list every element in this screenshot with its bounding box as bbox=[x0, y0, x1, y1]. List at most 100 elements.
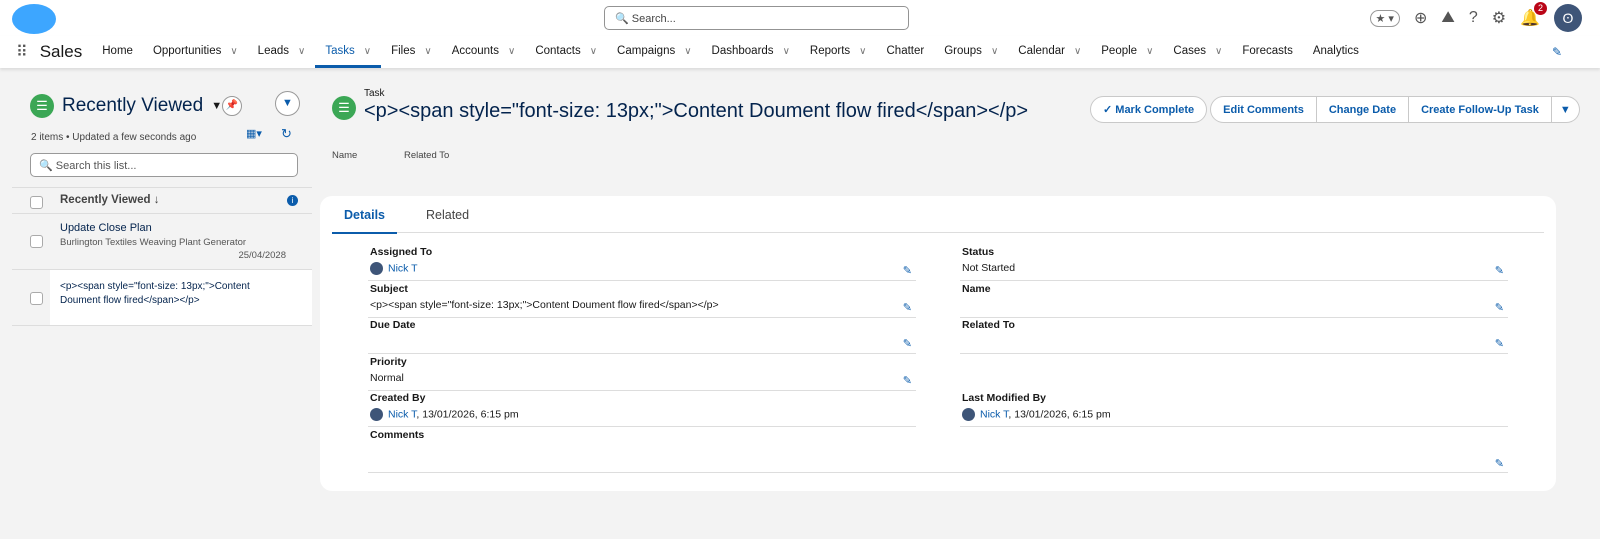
edit-pencil-icon[interactable]: ✎ bbox=[1495, 264, 1504, 277]
nav-item-tasks[interactable]: Tasks ∨ bbox=[315, 36, 382, 68]
edit-pencil-icon[interactable]: ✎ bbox=[903, 337, 912, 350]
edit-comments-button[interactable]: Edit Comments bbox=[1210, 96, 1317, 123]
nav-item-forecasts[interactable]: Forecasts bbox=[1242, 36, 1293, 68]
list-view-title[interactable]: Recently Viewed bbox=[62, 95, 203, 117]
change-date-button[interactable]: Change Date bbox=[1316, 96, 1410, 123]
edit-pencil-icon[interactable]: ✎ bbox=[903, 264, 912, 277]
edit-pencil-icon[interactable]: ✎ bbox=[1495, 301, 1504, 314]
user-link[interactable]: Nick T bbox=[388, 408, 416, 420]
nav-item-accounts[interactable]: Accounts ∨ bbox=[452, 36, 516, 68]
chevron-down-icon[interactable]: ∨ bbox=[590, 46, 597, 57]
list-item-title[interactable]: Update Close Plan bbox=[60, 222, 152, 234]
field-value: Normal bbox=[370, 371, 404, 384]
nav-item-dashboards[interactable]: Dashboards ∨ bbox=[712, 36, 790, 68]
nav-item-leads[interactable]: Leads ∨ bbox=[258, 36, 306, 68]
add-icon[interactable]: ⊕ bbox=[1414, 8, 1427, 28]
nav-item-label: Groups bbox=[944, 45, 982, 57]
chevron-down-icon[interactable]: ∨ bbox=[783, 46, 790, 57]
nav-item-campaigns[interactable]: Campaigns ∨ bbox=[617, 36, 692, 68]
chevron-down-icon[interactable]: ∨ bbox=[991, 46, 998, 57]
pin-icon[interactable]: 📌 bbox=[222, 96, 242, 116]
more-actions-dropdown[interactable]: ▼ bbox=[1551, 96, 1580, 123]
nav-item-groups[interactable]: Groups ∨ bbox=[944, 36, 998, 68]
user-link[interactable]: Nick T bbox=[980, 408, 1008, 420]
select-all-checkbox[interactable] bbox=[30, 196, 43, 209]
chevron-down-icon[interactable]: ∨ bbox=[424, 46, 431, 57]
trailhead-icon[interactable]: ⛰ bbox=[1441, 9, 1454, 27]
list-item-date: 25/04/2028 bbox=[238, 250, 286, 261]
app-launcher-icon[interactable]: ⠿ bbox=[16, 42, 28, 62]
user-avatar[interactable]: ʘ bbox=[1554, 4, 1582, 32]
chevron-down-icon[interactable]: ∨ bbox=[684, 46, 691, 57]
list-item[interactable]: Update Close Plan Burlington Textiles We… bbox=[12, 213, 312, 269]
edit-pencil-icon[interactable]: ✎ bbox=[903, 374, 912, 387]
list-search-placeholder: Search this list... bbox=[55, 160, 137, 172]
refresh-icon[interactable]: ↻ bbox=[281, 126, 292, 142]
app-name: Sales bbox=[39, 42, 83, 61]
row-checkbox[interactable] bbox=[30, 292, 43, 305]
info-icon[interactable]: i bbox=[287, 195, 298, 206]
chevron-down-icon[interactable]: ∨ bbox=[1146, 46, 1153, 57]
nav-item-calendar[interactable]: Calendar ∨ bbox=[1018, 36, 1081, 68]
field-label: Priority bbox=[370, 355, 407, 368]
field-label: Assigned To bbox=[370, 246, 433, 258]
salesforce-logo[interactable] bbox=[12, 4, 56, 34]
nav-item-reports[interactable]: Reports ∨ bbox=[810, 36, 867, 68]
tab-related[interactable]: Related bbox=[426, 208, 469, 222]
nav-item-label: Opportunities bbox=[152, 45, 222, 57]
field-name: Name ✎ bbox=[960, 281, 1508, 318]
list-item[interactable]: <p><span style="font-size: 13px;">Conten… bbox=[12, 269, 312, 326]
global-search-input[interactable]: 🔍 Search... bbox=[604, 6, 909, 30]
chevron-down-icon[interactable]: ∨ bbox=[230, 46, 237, 57]
chevron-down-icon[interactable]: ∨ bbox=[298, 46, 305, 57]
nav-item-label: Analytics bbox=[1312, 45, 1359, 57]
edit-pencil-icon[interactable]: ✎ bbox=[1495, 457, 1504, 470]
user-avatar bbox=[370, 408, 383, 421]
favorites-star-icon[interactable]: ★ ▾ bbox=[1369, 9, 1400, 27]
mark-complete-button[interactable]: ✓ Mark Complete bbox=[1090, 96, 1208, 123]
nav-item-label: People bbox=[1101, 45, 1138, 57]
list-search-input[interactable]: 🔍 Search this list... bbox=[30, 153, 298, 177]
display-as-icon[interactable]: ▦▾ bbox=[246, 127, 262, 140]
column-label: Recently Viewed bbox=[60, 194, 151, 206]
field-value: <p><span style="font-size: 13px;">Conten… bbox=[370, 298, 719, 311]
nav-item-label: Campaigns bbox=[617, 45, 676, 57]
list-controls-dropdown-icon[interactable]: ▼ bbox=[275, 91, 300, 116]
nav-item-chatter[interactable]: Chatter bbox=[887, 36, 925, 68]
chevron-down-icon[interactable]: ∨ bbox=[508, 46, 515, 57]
tab-details[interactable]: Details bbox=[332, 208, 397, 234]
edit-nav-icon[interactable]: ✎ bbox=[1552, 45, 1562, 59]
nav-item-contacts[interactable]: Contacts ∨ bbox=[535, 36, 597, 68]
field-priority: Priority Normal ✎ bbox=[368, 354, 916, 391]
chevron-down-icon[interactable]: ∨ bbox=[364, 46, 371, 57]
nav-item-files[interactable]: Files ∨ bbox=[391, 36, 432, 68]
column-header-recently-viewed[interactable]: Recently Viewed ↓ bbox=[60, 194, 160, 206]
field-assigned-to: Assigned To Nick T ✎ bbox=[368, 244, 916, 281]
list-item-subtitle: Burlington Textiles Weaving Plant Genera… bbox=[60, 237, 247, 248]
chevron-down-icon[interactable]: ∨ bbox=[1074, 46, 1081, 57]
field-related-to: Related To ✎ bbox=[960, 317, 1508, 354]
list-view-dropdown-icon[interactable]: ▼ bbox=[211, 100, 222, 112]
app-nav: ⠿ Sales Home Opportunities ∨ Leads ∨ Tasks ∨ Fi… bbox=[0, 36, 1600, 68]
nav-item-analytics[interactable]: Analytics bbox=[1313, 36, 1359, 68]
nav-item-cases[interactable]: Cases ∨ bbox=[1173, 36, 1222, 68]
create-follow-up-task-button[interactable]: Create Follow-Up Task bbox=[1409, 96, 1552, 123]
nav-item-home[interactable]: Home bbox=[102, 36, 133, 68]
chevron-down-icon[interactable]: ∨ bbox=[859, 46, 866, 57]
field-due-date: Due Date ✎ bbox=[368, 317, 916, 354]
record-object-label: Task bbox=[364, 88, 385, 99]
nav-item-people[interactable]: People ∨ bbox=[1101, 36, 1153, 68]
gear-icon[interactable]: ⚙ bbox=[1492, 8, 1506, 28]
chevron-down-icon[interactable]: ∨ bbox=[1215, 46, 1222, 57]
nav-item-opportunities[interactable]: Opportunities ∨ bbox=[153, 36, 238, 68]
notification-bell-icon[interactable]: 🔔 2 bbox=[1520, 2, 1547, 28]
search-placeholder: Search... bbox=[631, 13, 676, 25]
list-item-title[interactable]: <p><span style="font-size: 13px;">Conten… bbox=[60, 280, 280, 308]
user-link[interactable]: Nick T bbox=[388, 262, 418, 274]
field-label: Created By bbox=[370, 392, 426, 404]
field-label: Last Modified By bbox=[962, 392, 1047, 404]
help-icon[interactable]: ? bbox=[1469, 9, 1478, 27]
row-checkbox[interactable] bbox=[30, 235, 43, 248]
edit-pencil-icon[interactable]: ✎ bbox=[903, 301, 912, 314]
edit-pencil-icon[interactable]: ✎ bbox=[1495, 337, 1504, 350]
